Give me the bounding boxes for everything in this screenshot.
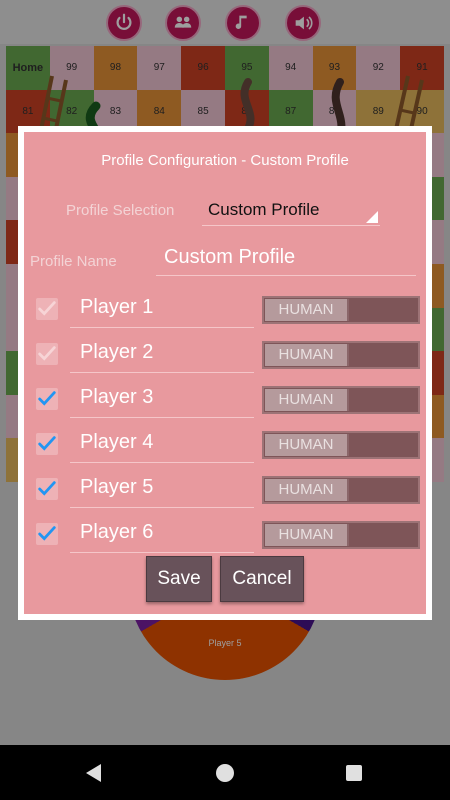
player-type-toggle[interactable]: HUMAN: [262, 296, 420, 324]
profile-name-input[interactable]: Custom Profile: [156, 240, 416, 276]
player-row: Player 2 HUMAN: [24, 337, 426, 377]
checkmark-icon: [38, 391, 56, 406]
player-enabled-checkbox[interactable]: [36, 433, 58, 455]
player-name-input[interactable]: Player 1: [70, 292, 254, 328]
player-row: Player 3 HUMAN: [24, 382, 426, 422]
player-row: Player 6 HUMAN: [24, 517, 426, 557]
checkmark-icon: [38, 301, 56, 316]
dropdown-caret-icon: [366, 211, 378, 223]
player-enabled-checkbox: [36, 343, 58, 365]
player-row: Player 4 HUMAN: [24, 427, 426, 467]
player-type-toggle[interactable]: HUMAN: [262, 431, 420, 459]
player-type-label: HUMAN: [265, 434, 349, 456]
cancel-button[interactable]: Cancel: [220, 556, 304, 602]
player-name-input[interactable]: Player 3: [70, 382, 254, 418]
profile-selection-value: Custom Profile: [208, 200, 320, 219]
player-type-label: HUMAN: [265, 479, 349, 501]
dialog-title: Profile Configuration - Custom Profile: [101, 152, 349, 169]
back-icon[interactable]: [86, 764, 101, 782]
save-button[interactable]: Save: [146, 556, 212, 602]
player-type-toggle[interactable]: HUMAN: [262, 476, 420, 504]
profile-selection-dropdown[interactable]: Custom Profile: [202, 192, 380, 226]
recents-icon[interactable]: [346, 765, 362, 781]
profile-config-dialog: Profile Configuration - Custom Profile P…: [18, 126, 432, 620]
checkmark-icon: [38, 526, 56, 541]
system-nav-bar: [0, 745, 450, 800]
checkmark-icon: [38, 346, 56, 361]
home-icon[interactable]: [216, 764, 234, 782]
player-enabled-checkbox[interactable]: [36, 388, 58, 410]
player-type-toggle[interactable]: HUMAN: [262, 521, 420, 549]
profile-name-label: Profile Name: [30, 253, 117, 270]
player-name-input[interactable]: Player 2: [70, 337, 254, 373]
player-type-label: HUMAN: [265, 524, 349, 546]
checkmark-icon: [38, 436, 56, 451]
checkmark-icon: [38, 481, 56, 496]
player-type-toggle[interactable]: HUMAN: [262, 341, 420, 369]
profile-selection-label: Profile Selection: [66, 202, 175, 219]
player-type-label: HUMAN: [265, 299, 349, 321]
player-name-input[interactable]: Player 6: [70, 517, 254, 553]
player-name-input[interactable]: Player 5: [70, 472, 254, 508]
player-name-input[interactable]: Player 4: [70, 427, 254, 463]
player-type-toggle[interactable]: HUMAN: [262, 386, 420, 414]
player-row: Player 1 HUMAN: [24, 292, 426, 332]
player-type-label: HUMAN: [265, 389, 349, 411]
player-enabled-checkbox[interactable]: [36, 478, 58, 500]
player-enabled-checkbox[interactable]: [36, 523, 58, 545]
player-type-label: HUMAN: [265, 344, 349, 366]
player-enabled-checkbox: [36, 298, 58, 320]
player-row: Player 5 HUMAN: [24, 472, 426, 512]
